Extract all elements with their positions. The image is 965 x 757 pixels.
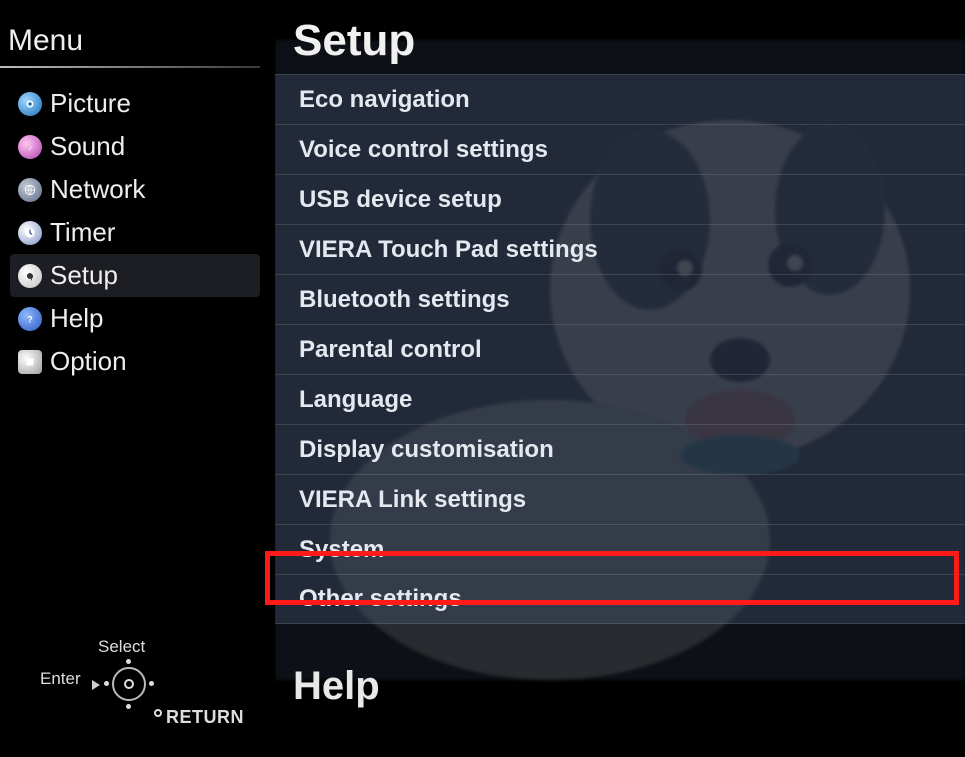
picture-icon — [18, 92, 42, 116]
sidebar-list: Picture ♪ Sound Network Timer — [0, 82, 260, 383]
option-eco-navigation[interactable]: Eco navigation — [275, 74, 965, 124]
option-label: USB device setup — [299, 186, 502, 214]
option-system[interactable]: System — [275, 524, 965, 574]
sidebar-item-label: Picture — [50, 88, 131, 119]
section-title-help: Help — [275, 624, 965, 729]
timer-icon — [18, 221, 42, 245]
section-title-setup: Setup — [275, 0, 965, 74]
arrow-right-icon — [92, 680, 100, 690]
option-language[interactable]: Language — [275, 374, 965, 424]
sidebar-item-label: Setup — [50, 260, 118, 291]
nav-return-label: RETURN — [166, 707, 244, 728]
option-label: VIERA Link settings — [299, 486, 526, 514]
main-panel: Setup Eco navigation Voice control setti… — [275, 0, 965, 757]
option-voice-control-settings[interactable]: Voice control settings — [275, 124, 965, 174]
nav-select-label: Select — [98, 637, 145, 657]
tv-settings-screen: { "sidebar": { "title": "Menu", "items":… — [0, 0, 965, 757]
option-label: Voice control settings — [299, 136, 548, 164]
option-label: Parental control — [299, 336, 482, 364]
sidebar-item-timer[interactable]: Timer — [10, 211, 260, 254]
option-label: Display customisation — [299, 436, 554, 464]
sidebar-item-sound[interactable]: ♪ Sound — [10, 125, 260, 168]
sidebar-item-label: Help — [50, 303, 103, 334]
option-viera-link-settings[interactable]: VIERA Link settings — [275, 474, 965, 524]
menu-title: Menu — [0, 0, 260, 66]
option-usb-device-setup[interactable]: USB device setup — [275, 174, 965, 224]
network-icon — [18, 178, 42, 202]
dpad-icon — [106, 661, 152, 707]
sidebar-item-label: Network — [50, 174, 145, 205]
setup-icon — [18, 264, 42, 288]
option-display-customisation[interactable]: Display customisation — [275, 424, 965, 474]
option-label: Bluetooth settings — [299, 286, 510, 314]
sidebar-divider — [0, 66, 260, 68]
sound-icon: ♪ — [18, 135, 42, 159]
option-label: Language — [299, 386, 412, 414]
sidebar-item-label: Timer — [50, 217, 115, 248]
option-parental-control[interactable]: Parental control — [275, 324, 965, 374]
svg-text:?: ? — [27, 314, 33, 324]
sidebar-item-picture[interactable]: Picture — [10, 82, 260, 125]
sidebar-item-option[interactable]: Option — [10, 340, 260, 383]
help-icon: ? — [18, 307, 42, 331]
sidebar-item-label: Option — [50, 346, 127, 377]
sidebar: Menu Picture ♪ Sound Network — [0, 0, 260, 757]
option-icon — [18, 350, 42, 374]
sidebar-item-label: Sound — [50, 131, 125, 162]
option-viera-touch-pad-settings[interactable]: VIERA Touch Pad settings — [275, 224, 965, 274]
option-label: Eco navigation — [299, 86, 470, 114]
return-dot-icon — [154, 709, 162, 717]
option-label: System — [299, 536, 384, 564]
svg-text:♪: ♪ — [28, 142, 32, 151]
sidebar-item-help[interactable]: ? Help — [10, 297, 260, 340]
sidebar-item-network[interactable]: Network — [10, 168, 260, 211]
nav-hint: Select Enter RETURN — [20, 637, 240, 737]
nav-enter-label: Enter — [40, 669, 81, 689]
option-bluetooth-settings[interactable]: Bluetooth settings — [275, 274, 965, 324]
option-label: Other settings — [299, 585, 462, 613]
setup-options-list: Eco navigation Voice control settings US… — [275, 74, 965, 624]
sidebar-item-setup[interactable]: Setup — [10, 254, 260, 297]
option-other-settings[interactable]: Other settings — [275, 574, 965, 624]
option-label: VIERA Touch Pad settings — [299, 236, 598, 264]
